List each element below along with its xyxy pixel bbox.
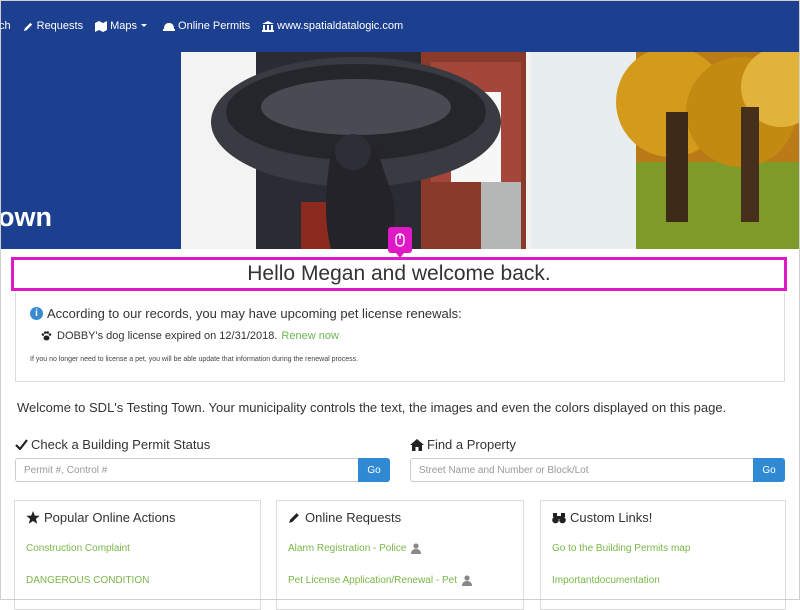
star-icon (26, 511, 40, 524)
renewal-item: DOBBY's dog license expired on 12/31/201… (41, 330, 339, 342)
permit-search-title: Check a Building Permit Status (15, 437, 210, 452)
pet-renewal-panel: i According to our records, you may have… (15, 293, 785, 382)
nav-website-label: www.spatialdatalogic.com (277, 20, 404, 32)
request-link-alarm-registration[interactable]: Alarm Registration - Police (288, 543, 422, 554)
map-icon (95, 20, 108, 32)
renewal-note: If you no longer need to license a pet, … (30, 356, 359, 363)
nav-requests-label: Requests (36, 20, 84, 32)
custom-links-title: Custom Links! (552, 510, 652, 525)
nav-online-permits[interactable]: Online Permits (163, 20, 250, 32)
online-requests-title-text: Online Requests (305, 510, 402, 525)
custom-links-card: Custom Links! Go to the Building Permits… (540, 500, 786, 610)
renewal-heading: i According to our records, you may have… (30, 306, 462, 321)
pencil-icon (289, 513, 299, 523)
renewal-heading-text: According to our records, you may have u… (47, 306, 462, 321)
permit-search-go-button[interactable]: Go (358, 458, 390, 482)
mouse-cursor-marker (388, 227, 412, 258)
permit-search-input[interactable] (15, 458, 358, 482)
permit-search-title-text: Check a Building Permit Status (31, 437, 211, 452)
checkmark-icon (15, 439, 28, 450)
hard-hat-icon (163, 23, 176, 31)
hero-banner: own (0, 52, 800, 249)
nav-search-label: ch (0, 20, 11, 32)
nav-maps-label: Maps (110, 20, 138, 32)
top-navbar: ch Requests Maps Online Permits www.spat… (0, 0, 800, 52)
banner-title-panel: own (0, 52, 181, 249)
nav-online-permits-label: Online Permits (178, 20, 251, 32)
nav-website-link[interactable]: www.spatialdatalogic.com (262, 20, 403, 32)
banner-title: own (0, 202, 52, 232)
popular-link-construction-complaint[interactable]: Construction Complaint (26, 543, 130, 554)
renewal-item-text: DOBBY's dog license expired on 12/31/201… (57, 330, 278, 342)
user-icon (462, 575, 472, 586)
nav-maps[interactable]: Maps (95, 20, 151, 32)
paw-icon (41, 331, 52, 341)
property-search-input[interactable] (410, 458, 753, 482)
request-link-label: Pet License Application/Renewal - Pet (288, 575, 457, 586)
info-icon: i (30, 307, 43, 320)
popular-actions-title: Popular Online Actions (26, 510, 176, 525)
mouse-icon (395, 233, 405, 247)
welcome-text: Welcome to SDL's Testing Town. Your muni… (17, 400, 727, 415)
popular-actions-card: Popular Online Actions Construction Comp… (14, 500, 261, 610)
request-link-pet-license[interactable]: Pet License Application/Renewal - Pet (288, 575, 472, 586)
greeting-banner: Hello Megan and welcome back. (11, 257, 787, 291)
building-icon (262, 20, 275, 32)
caret-down-icon (141, 24, 148, 27)
custom-link-label: Importantdocumentation (552, 575, 660, 586)
nav-requests[interactable]: Requests (23, 20, 83, 32)
request-link-label: Alarm Registration - Police (288, 543, 407, 554)
popular-link-dangerous-condition[interactable]: DANGEROUS CONDITION (26, 575, 149, 586)
popular-actions-title-text: Popular Online Actions (44, 510, 176, 525)
user-icon (411, 543, 422, 554)
popular-link-label: Construction Complaint (26, 543, 130, 554)
property-search-title: Find a Property (410, 437, 516, 452)
renew-now-link[interactable]: Renew now (281, 330, 338, 342)
fountain-photo (181, 52, 800, 249)
permit-search-box: Go (15, 458, 390, 482)
pencil-icon (23, 22, 32, 31)
greeting-text: Hello Megan and welcome back. (247, 262, 551, 285)
popular-link-label: DANGEROUS CONDITION (26, 575, 150, 586)
custom-links-title-text: Custom Links! (570, 510, 653, 525)
custom-link-label: Go to the Building Permits map (552, 543, 691, 554)
property-search-go-button[interactable]: Go (753, 458, 785, 482)
nav-search[interactable]: ch (0, 20, 11, 32)
home-icon (410, 438, 424, 451)
online-requests-title: Online Requests (288, 510, 401, 525)
online-requests-card: Online Requests Alarm Registration - Pol… (276, 500, 524, 610)
property-search-box: Go (410, 458, 785, 482)
property-search-title-text: Find a Property (427, 437, 516, 452)
custom-link-building-permits-map[interactable]: Go to the Building Permits map (552, 543, 690, 554)
custom-link-important-documentation[interactable]: Importantdocumentation (552, 575, 660, 586)
binoculars-icon (552, 512, 566, 523)
